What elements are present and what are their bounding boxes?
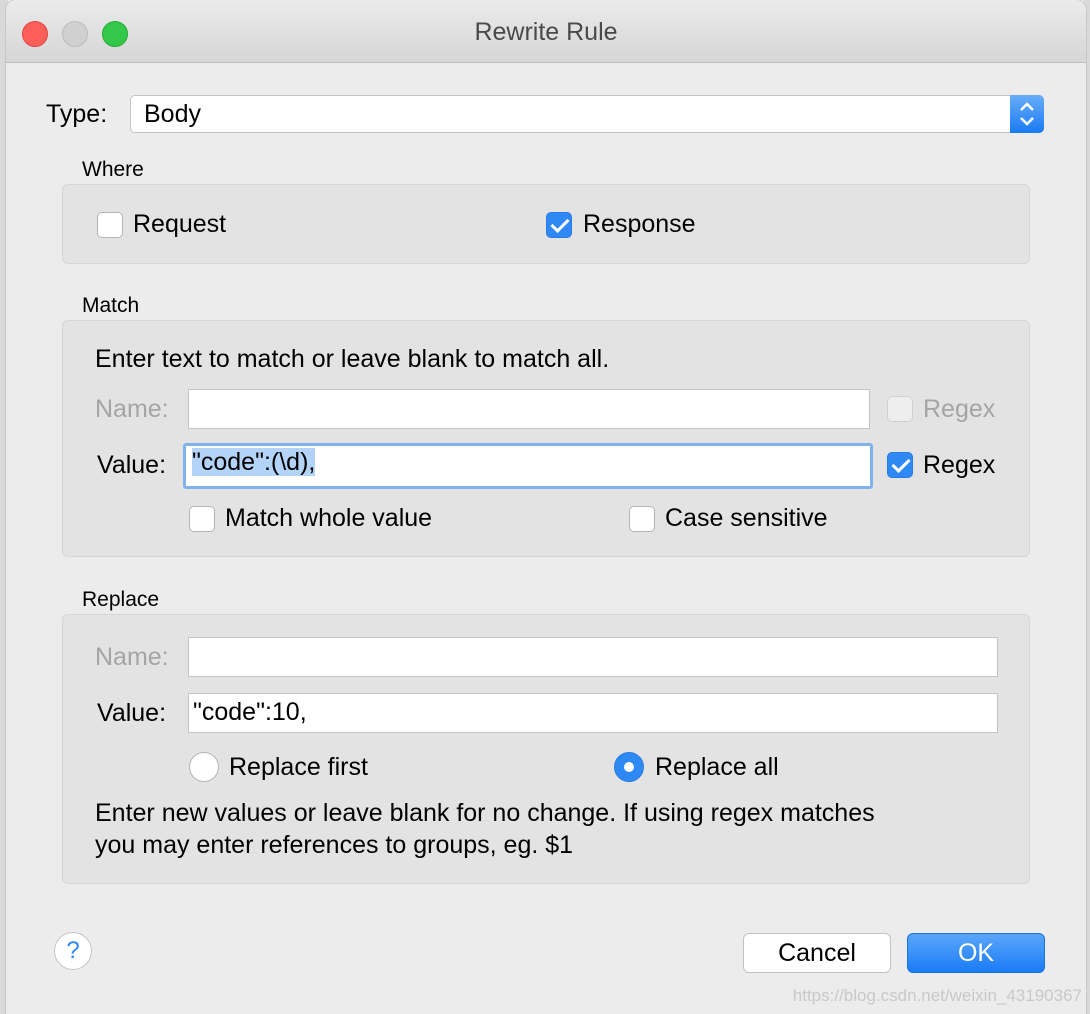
replace-first-radio[interactable] [189, 752, 219, 782]
title-bar: Rewrite Rule [6, 0, 1086, 63]
case-sensitive-checkbox[interactable] [629, 506, 655, 532]
replace-help-line-1: Enter new values or leave blank for no c… [95, 799, 875, 827]
match-value-input[interactable]: "code":(\d), [183, 443, 873, 489]
replace-group: Name: Value: "code":10, Replace first Re… [62, 614, 1030, 884]
type-select-value: Body [144, 100, 201, 128]
match-value-regex-label: Regex [923, 451, 996, 479]
replace-all-radio[interactable] [614, 752, 644, 782]
rewrite-rule-dialog: Rewrite Rule Type: Body Where Request Re… [6, 0, 1086, 1014]
replace-help-line-2: you may enter references to groups, eg. … [95, 831, 574, 859]
request-checkbox[interactable] [97, 212, 123, 238]
match-whole-value-checkbox[interactable] [189, 506, 215, 532]
match-name-label: Name: [95, 395, 169, 423]
cancel-button[interactable]: Cancel [743, 933, 891, 973]
match-whole-value-label: Match whole value [225, 504, 433, 532]
replace-value-label: Value: [97, 699, 167, 727]
ok-button[interactable]: OK [907, 933, 1045, 973]
type-label: Type: [46, 100, 108, 128]
match-name-regex-checkbox[interactable] [887, 396, 913, 422]
updown-chevron-icon [1010, 95, 1044, 133]
match-section-label: Match [82, 294, 140, 317]
match-name-input[interactable] [188, 389, 870, 429]
match-value-regex-checkbox[interactable] [887, 452, 913, 478]
where-section-label: Where [82, 158, 144, 181]
replace-value-input[interactable]: "code":10, [188, 693, 998, 733]
response-label: Response [583, 210, 696, 238]
type-select[interactable]: Body [130, 95, 1044, 133]
match-name-regex-label: Regex [923, 395, 996, 423]
match-instructions: Enter text to match or leave blank to ma… [95, 345, 610, 373]
match-value-label: Value: [97, 451, 167, 479]
where-group: Request Response [62, 184, 1030, 264]
watermark-text: https://blog.csdn.net/weixin_43190367 [792, 986, 1082, 1005]
selected-text: "code":(\d), [192, 448, 316, 476]
replace-first-label: Replace first [229, 753, 368, 781]
replace-name-input[interactable] [188, 637, 998, 677]
help-button[interactable]: ? [54, 932, 92, 970]
request-label: Request [133, 210, 227, 238]
replace-all-label: Replace all [655, 753, 779, 781]
case-sensitive-label: Case sensitive [665, 504, 828, 532]
replace-section-label: Replace [82, 588, 160, 611]
window-title: Rewrite Rule [474, 18, 618, 46]
response-checkbox[interactable] [546, 212, 572, 238]
replace-name-label: Name: [95, 643, 169, 671]
match-group: Enter text to match or leave blank to ma… [62, 320, 1030, 557]
